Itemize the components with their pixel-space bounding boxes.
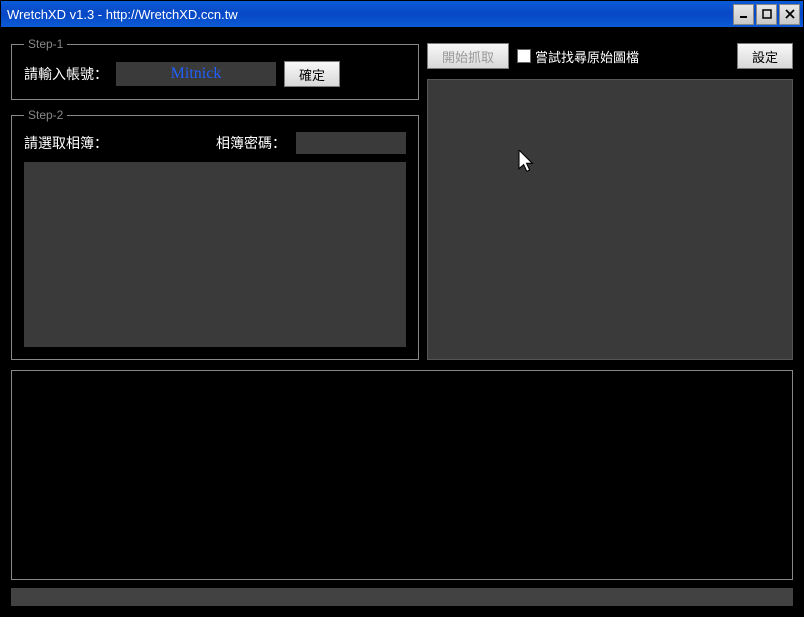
account-input[interactable] [116,62,276,86]
right-toolbar: 開始抓取 嘗試找尋原始圖檔 設定 [427,37,793,79]
step2-legend: Step-2 [24,108,67,122]
album-password-input[interactable] [296,132,406,154]
client-area: Step-1 請輸入帳號： 確定 Step-2 請選取相簿： 相簿密碼： [1,27,803,616]
close-icon [785,9,795,19]
album-list[interactable] [24,162,406,347]
settings-button[interactable]: 設定 [737,43,793,69]
left-column: Step-1 請輸入帳號： 確定 Step-2 請選取相簿： 相簿密碼： [11,37,419,360]
minimize-button[interactable] [733,4,754,25]
cursor-icon [518,150,536,174]
maximize-button[interactable] [756,4,777,25]
account-label: 請輸入帳號： [24,64,108,84]
start-grab-button[interactable]: 開始抓取 [427,43,509,69]
close-button[interactable] [779,4,800,25]
original-image-checkbox-label: 嘗試找尋原始圖檔 [535,47,639,66]
log-area [11,370,793,580]
step1-legend: Step-1 [24,37,67,51]
window-controls [733,4,800,25]
right-column: 開始抓取 嘗試找尋原始圖檔 設定 [427,37,793,360]
step2-group: Step-2 請選取相簿： 相簿密碼： [11,108,419,360]
top-row: Step-1 請輸入帳號： 確定 Step-2 請選取相簿： 相簿密碼： [11,37,793,360]
window-title: WretchXD v1.3 - http://WretchXD.ccn.tw [7,7,238,22]
album-password-label: 相簿密碼： [216,133,286,153]
checkbox-icon [517,49,531,63]
confirm-button[interactable]: 確定 [284,61,340,87]
maximize-icon [762,9,772,19]
step1-group: Step-1 請輸入帳號： 確定 [11,37,419,100]
app-window: WretchXD v1.3 - http://WretchXD.ccn.tw S… [0,0,804,617]
select-album-label: 請選取相簿： [24,133,108,153]
preview-area [427,79,793,360]
step2-header: 請選取相簿： 相簿密碼： [24,132,406,154]
minimize-icon [739,9,749,19]
titlebar: WretchXD v1.3 - http://WretchXD.ccn.tw [1,1,803,27]
status-bar [11,588,793,606]
original-image-checkbox-wrap[interactable]: 嘗試找尋原始圖檔 [517,47,639,66]
step1-row: 請輸入帳號： 確定 [24,61,406,87]
